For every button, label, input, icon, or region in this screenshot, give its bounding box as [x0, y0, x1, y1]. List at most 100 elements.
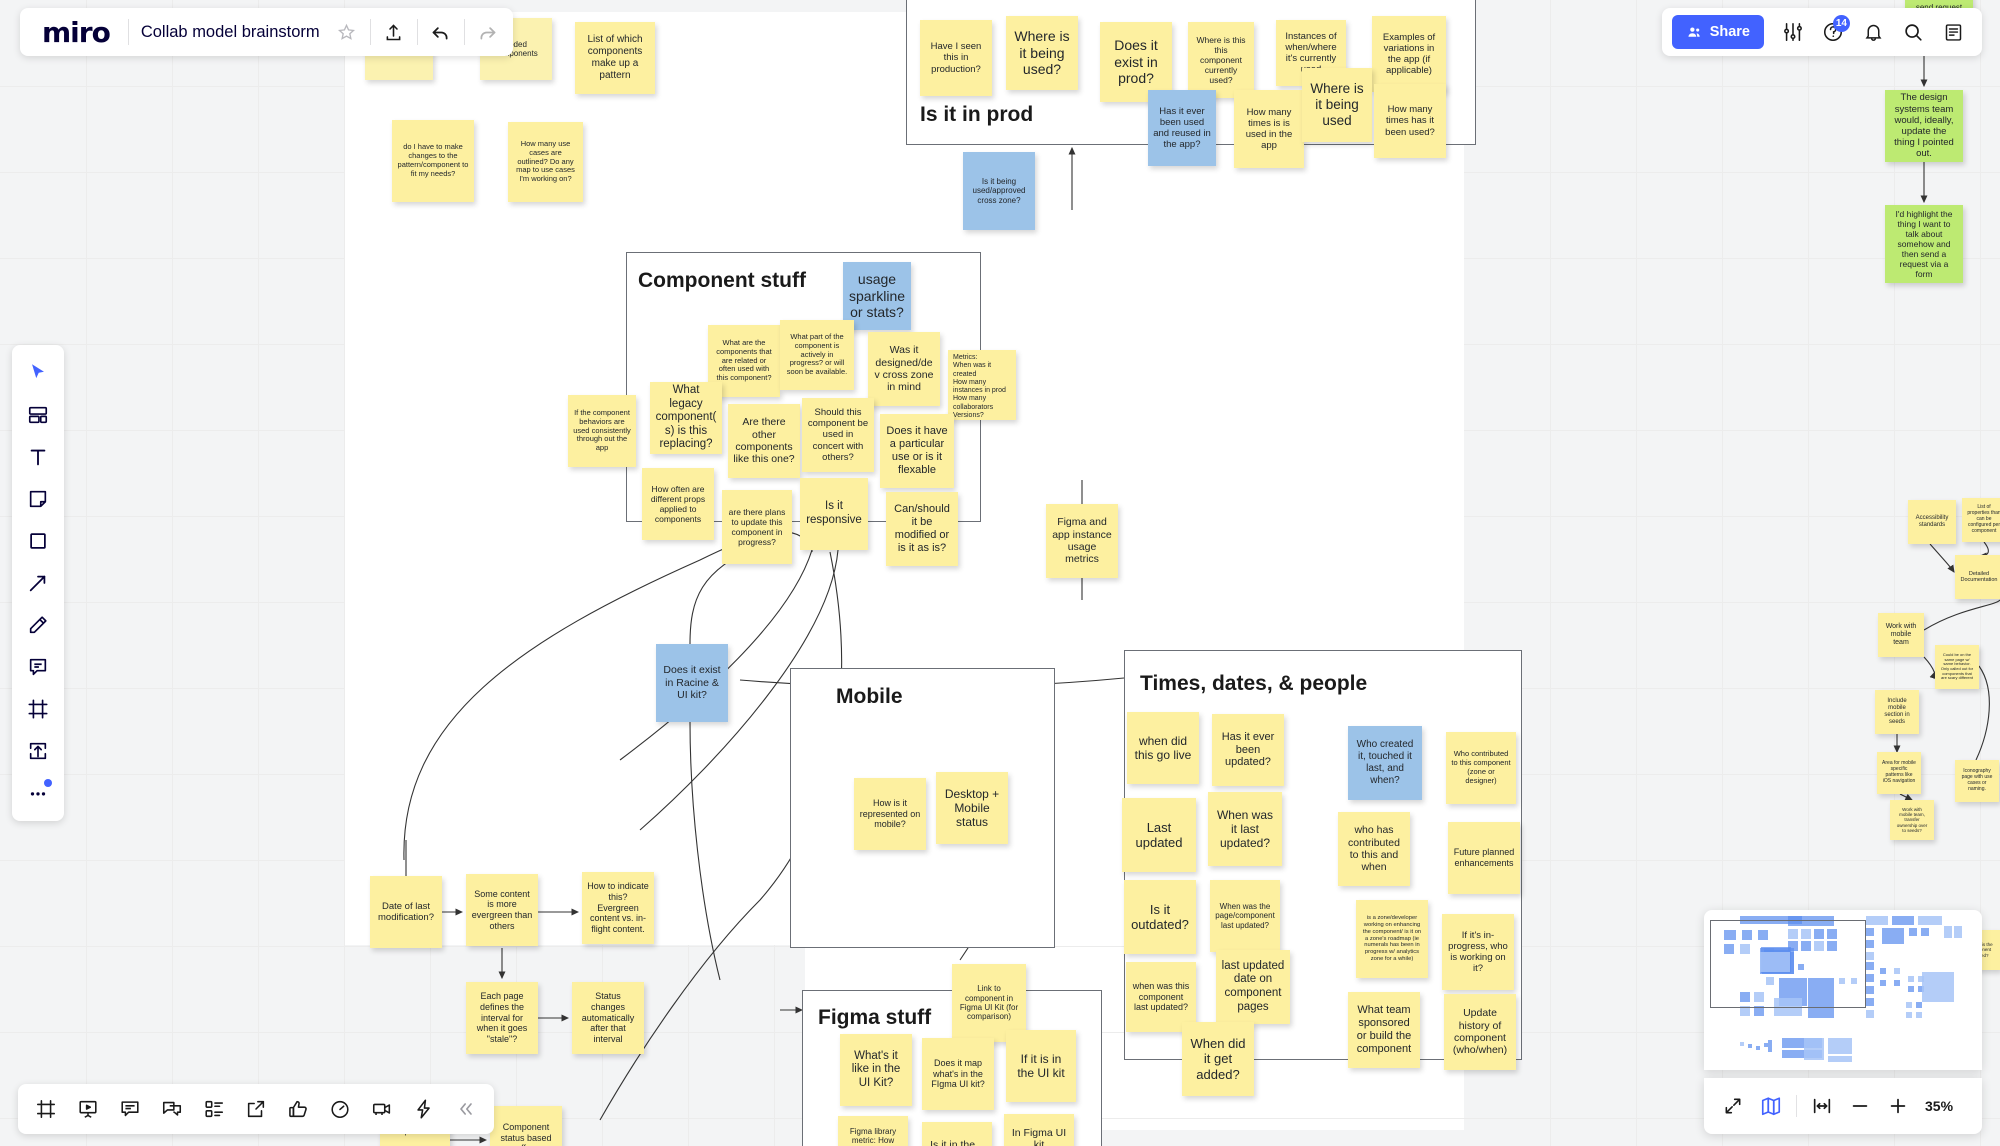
note-what-team-sponsored-or-build[interactable]: What team sponsored or build the compone… — [1348, 992, 1420, 1068]
note-has-it-ever-been-used-and-reused[interactable]: Has it ever been used and reused in the … — [1148, 90, 1216, 166]
fit-to-screen-icon[interactable] — [1805, 1089, 1839, 1123]
note-is-it-being-used-approved-cross-zone[interactable]: Is it being used/approved cross zone? — [963, 152, 1035, 230]
note-last-updated[interactable]: Last updated — [1122, 798, 1196, 872]
note-does-it-exist-in-racine-ui-kit[interactable]: Does it exist in Racine & UI kit? — [656, 644, 728, 722]
minimap[interactable] — [1704, 910, 1982, 1070]
note-are-there-other-components-like-this[interactable]: Are there other components like this one… — [728, 404, 800, 478]
note-who-has-contributed-to-this-and-when[interactable]: who has contributed to this and when — [1338, 812, 1410, 886]
chat-icon[interactable] — [152, 1089, 192, 1129]
note-metrics[interactable]: Metrics: When was it created How many in… — [948, 350, 1016, 420]
note-each-page-defines-the-interval[interactable]: Each page defines the interval for when … — [466, 982, 538, 1054]
note-id-highlight-the-thing[interactable]: I'd highlight the thing I want to talk a… — [1885, 205, 1963, 283]
text-tool[interactable] — [18, 437, 58, 477]
undo-icon[interactable] — [422, 13, 460, 51]
comment-list-icon[interactable] — [110, 1089, 150, 1129]
note-some-content-is-more-evergreen[interactable]: Some content is more evergreen than othe… — [466, 874, 538, 946]
note-work-with-mobile-team-transfer[interactable]: Work with mobile team, transfer ownershi… — [1890, 800, 1934, 840]
fullscreen-icon[interactable] — [1716, 1089, 1750, 1123]
note-should-this-component-be-used-in-concert[interactable]: Should this component be used in concert… — [802, 398, 874, 472]
note-accessibility-standards[interactable]: Accessibility standards — [1908, 500, 1956, 544]
note-could-be-on-the-same-page[interactable]: Could be on the same page w/ same behavi… — [1935, 645, 1979, 689]
note-desktop-mobile-status[interactable]: Desktop + Mobile status — [936, 772, 1008, 844]
note-how-many-times-has-it-been-used[interactable]: How many times has it been used? — [1374, 84, 1446, 158]
note-how-to-indicate-this-evergreen[interactable]: How to indicate this? Evergreen content … — [582, 872, 654, 944]
note-work-with-mobile-team[interactable]: Work with mobile team — [1878, 613, 1924, 657]
export-icon[interactable] — [236, 1089, 276, 1129]
note-is-it-outdated[interactable]: Is it outdated? — [1124, 880, 1196, 954]
note-include-mobile-section-in-seeds[interactable]: Include mobile section in seeds — [1875, 690, 1919, 734]
note-if-it-is-in-the-ui-kit[interactable]: If it is in the UI kit — [1006, 1030, 1076, 1102]
arrow-tool[interactable] — [18, 563, 58, 603]
upload-icon[interactable] — [375, 13, 413, 51]
note-how-is-it-represented-on-mobile[interactable]: How is it represented on mobile? — [854, 778, 926, 850]
note-where-is-this-component-currently-used[interactable]: Where is this this component currently u… — [1188, 22, 1254, 98]
apps-list-icon[interactable] — [194, 1089, 234, 1129]
note-last-updated-date-on-component-pages[interactable]: last updated date on component pages — [1216, 950, 1290, 1024]
note-if-its-in-progress-who-is-working[interactable]: If it's in-progress, who is working on i… — [1442, 914, 1514, 990]
map-icon[interactable] — [1754, 1089, 1788, 1123]
note-when-was-it-last-updated[interactable]: When was it last updated? — [1208, 792, 1282, 866]
redo-icon[interactable] — [469, 13, 507, 51]
chevron-double-left-icon[interactable] — [446, 1089, 486, 1129]
thumbs-up-icon[interactable] — [278, 1089, 318, 1129]
plus-icon[interactable] — [1881, 1089, 1915, 1123]
note-update-history-of-component[interactable]: Update history of component (who/when) — [1444, 994, 1516, 1070]
note-is-it-responsive[interactable]: Is it responsive — [800, 478, 868, 550]
share-button[interactable]: Share — [1672, 15, 1764, 49]
note-status-changes-automatically[interactable]: Status changes automatically after that … — [572, 982, 644, 1054]
note-who-created-it-touched-it-last[interactable]: Who created it, touched it last, and whe… — [1348, 726, 1422, 800]
sliders-icon[interactable] — [1774, 13, 1812, 51]
note-has-it-ever-been-updated[interactable]: Has it ever been updated? — [1212, 714, 1284, 786]
note-figma-and-app-instance-usage-metrics[interactable]: Figma and app instance usage metrics — [1046, 504, 1118, 578]
note-is-it-in-the[interactable]: Is it in the... — [922, 1122, 992, 1146]
note-list-of-which-components[interactable]: List of which components make up a patte… — [575, 22, 655, 94]
note-have-i-seen-this-in-production[interactable]: Have I seen this in production? — [920, 20, 992, 96]
upload-box-tool[interactable] — [18, 731, 58, 771]
note-when-did-it-get-added[interactable]: When did it get added? — [1182, 1022, 1254, 1096]
note-does-it-map-whats-in-figma-ui-kit[interactable]: Does it map what's in the FIgma UI kit? — [922, 1038, 994, 1110]
note-how-often-are-different-props[interactable]: How often are different props applied to… — [642, 468, 714, 540]
minus-icon[interactable] — [1843, 1089, 1877, 1123]
video-icon[interactable] — [362, 1089, 402, 1129]
sticky-note-tool[interactable] — [18, 479, 58, 519]
note-detailed-documentation[interactable]: Detailed Documentation — [1955, 555, 2000, 599]
note-what-part-of-the-component-in-progress[interactable]: What part of the component is actively i… — [780, 320, 854, 390]
comment-tool[interactable] — [18, 647, 58, 687]
note-figma-library-metric[interactable]: Figma library metric: How many times... — [838, 1116, 908, 1146]
note-how-many-times-is-used-in-app[interactable]: How many times is is used in the app — [1234, 90, 1304, 168]
note-design-systems-team-would-update[interactable]: The design systems team would, ideally, … — [1885, 90, 1963, 162]
pen-tool[interactable] — [18, 605, 58, 645]
star-icon[interactable] — [328, 13, 366, 51]
minimap-viewport-indicator[interactable] — [1710, 920, 1866, 1008]
cursor-tool[interactable] — [18, 353, 58, 393]
miro-logo[interactable]: miro — [26, 16, 124, 49]
more-tools[interactable] — [18, 773, 58, 813]
frames-icon[interactable] — [26, 1089, 66, 1129]
note-component-status-based-off[interactable]: Component status based off ... — [490, 1106, 562, 1146]
note-if-component-behaviors-used-consistently[interactable]: If the component behaviors are used cons… — [568, 395, 636, 467]
search-icon[interactable] — [1894, 13, 1932, 51]
note-can-should-it-be-modified[interactable]: Can/should it be modified or is it as is… — [886, 492, 958, 566]
note-whats-it-like-in-the-ui-kit[interactable]: What's it like in the UI Kit? — [840, 1034, 912, 1106]
timer-icon[interactable] — [320, 1089, 360, 1129]
zoom-level-label[interactable]: 35% — [1925, 1098, 1953, 1114]
note-was-it-designed-dev-cross-zone[interactable]: Was it designed/dev cross zone in mind — [868, 332, 940, 406]
note-area-for-mobile-specific-patterns[interactable]: Area for mobile specific patterns like i… — [1877, 752, 1921, 794]
help-icon[interactable]: 14 — [1814, 13, 1852, 51]
note-list-of-properties[interactable]: List of properties than can be configure… — [1962, 498, 2000, 542]
board-canvas[interactable]: Is it in prod Component stuff Mobile Times,… — [0, 0, 2000, 1146]
bell-icon[interactable] — [1854, 13, 1892, 51]
note-what-legacy-components-replacing[interactable]: What legacy component(s) is this replaci… — [650, 382, 722, 454]
board-title[interactable]: Collab model brainstorm — [133, 23, 328, 42]
note-does-it-have-a-particular-use[interactable]: Does it have a particular use or is it f… — [880, 414, 954, 488]
note-where-is-it-being-used-2[interactable]: Where is it being used — [1302, 68, 1372, 142]
note-where-is-it-being-used-1[interactable]: Where is it being used? — [1006, 16, 1078, 90]
note-how-many-use-cases[interactable]: How many use cases are outlined? Do any … — [508, 122, 583, 202]
panel-icon[interactable] — [1934, 13, 1972, 51]
lightning-icon[interactable] — [404, 1089, 444, 1129]
square-tool[interactable] — [18, 521, 58, 561]
note-do-i-have-to-make-changes[interactable]: do I have to make changes to the pattern… — [392, 120, 474, 202]
frame-tool[interactable] — [18, 689, 58, 729]
note-when-was-page-component-last-updated[interactable]: When was the page/component last updated… — [1210, 880, 1280, 952]
note-in-figma-ui-kit[interactable]: In Figma UI kit — [1004, 1114, 1074, 1146]
